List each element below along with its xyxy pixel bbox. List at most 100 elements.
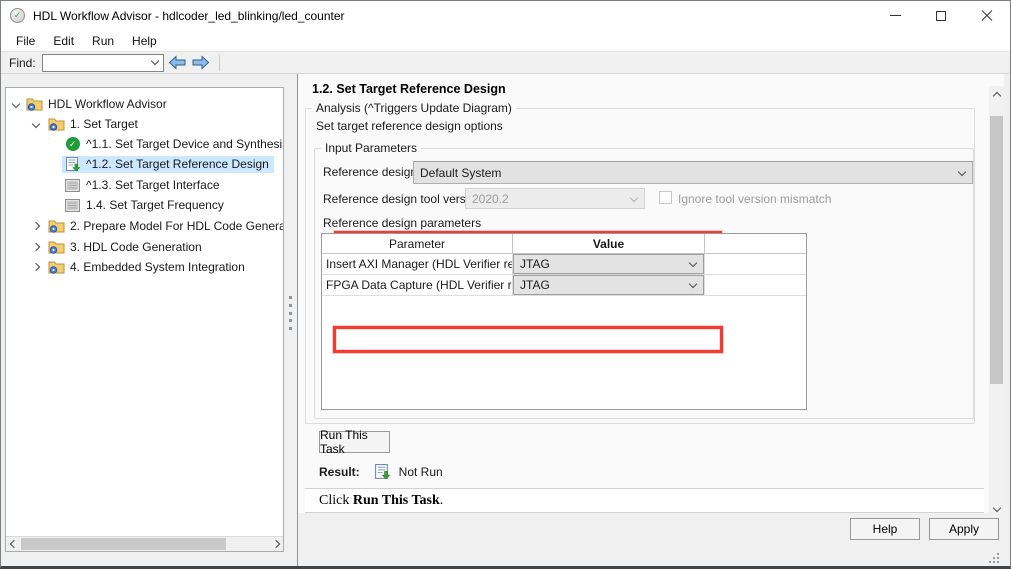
tree-item-set-target-interface[interactable]: ^1.3. Set Target Interface [6, 175, 283, 195]
chevron-right-icon[interactable] [30, 220, 42, 232]
minimize-icon [890, 15, 901, 16]
find-next-button[interactable] [191, 55, 210, 70]
maximize-button[interactable] [918, 1, 964, 30]
result-row: Result: Not Run [319, 464, 443, 479]
tree-item-hdl-workflow-advisor[interactable]: HDL Workflow Advisor [6, 94, 283, 114]
menu-file[interactable]: File [7, 32, 44, 50]
chevron-down-icon[interactable] [30, 118, 42, 130]
task-description: Set target reference design options [316, 119, 503, 133]
input-parameters-label: Input Parameters [321, 141, 421, 155]
tool-version-select[interactable]: 2020.2 [465, 188, 645, 209]
menu-edit[interactable]: Edit [44, 32, 83, 50]
analysis-group: Analysis (^Triggers Update Diagram) Set … [305, 108, 975, 424]
scrollbar-thumb[interactable] [21, 538, 226, 550]
parameters-table: Parameter Value Insert AXI Manager (HDL … [321, 233, 807, 410]
column-header-parameter: Parameter [322, 234, 513, 253]
task-title: 1.2. Set Target Reference Design [312, 82, 506, 96]
table-row: FPGA Data Capture (HDL Verifier requi...… [322, 275, 806, 296]
chevron-down-icon [958, 167, 966, 175]
reference-design-parameters-label: Reference design parameters [323, 216, 481, 230]
scroll-up-icon[interactable] [989, 88, 1004, 103]
back-arrow-icon [168, 55, 187, 70]
task-panel: 1.2. Set Target Reference Design Analysi… [297, 74, 1004, 567]
task-pending-icon [64, 178, 81, 193]
tree-item-hdl-code-generation[interactable]: 3. HDL Code Generation [6, 237, 283, 257]
task-pending-icon [64, 198, 81, 213]
folder-gear-icon [48, 260, 65, 275]
result-label: Result: [319, 465, 360, 479]
task-message: Click Run This Task. [319, 493, 443, 509]
table-row: Insert AXI Manager (HDL Verifier requ...… [322, 254, 806, 275]
find-toolbar: Find: [1, 51, 1010, 74]
tree-item-label: 1.4. Set Target Frequency [86, 198, 224, 212]
find-previous-button[interactable] [168, 55, 187, 70]
task-footer: Help Apply [298, 513, 1004, 567]
tree-item-prepare-model[interactable]: 2. Prepare Model For HDL Code Generation [6, 216, 283, 236]
find-input[interactable] [42, 54, 164, 72]
reference-design-label: Reference design: [323, 165, 420, 179]
chevron-down-icon [689, 259, 697, 267]
toolbar-separator [219, 55, 220, 71]
chevron-down-icon[interactable] [10, 98, 22, 110]
folder-gear-icon [48, 117, 65, 132]
help-button[interactable]: Help [850, 518, 920, 540]
tree-item-label: ^1.1. Set Target Device and Synthesis To… [86, 137, 284, 151]
maximize-icon [936, 11, 946, 21]
scroll-right-icon[interactable] [268, 537, 283, 551]
task-run-icon [64, 157, 81, 172]
scroll-left-icon[interactable] [6, 537, 21, 551]
menu-run[interactable]: Run [83, 32, 123, 50]
parameter-cell: Insert AXI Manager (HDL Verifier requ... [322, 254, 513, 274]
task-vertical-scrollbar[interactable] [989, 86, 1004, 517]
fpga-data-capture-select[interactable]: JTAG [513, 275, 704, 295]
panel-splitter[interactable] [287, 296, 293, 330]
combo-dropdown-icon[interactable] [150, 56, 158, 64]
app-check-circle-icon [10, 8, 25, 23]
workflow-tree-panel: HDL Workflow Advisor 1. Set Target ^1.1.… [5, 87, 284, 552]
task-message-box: Click Run This Task. [305, 488, 984, 513]
chevron-down-icon [689, 280, 697, 288]
tree-item-label: 1. Set Target [70, 117, 138, 131]
window-title: HDL Workflow Advisor - hdlcoder_led_blin… [33, 9, 345, 23]
result-value: Not Run [399, 465, 443, 479]
run-this-task-button[interactable]: Run This Task [319, 431, 390, 453]
tree-item-embedded-system-integration[interactable]: 4. Embedded System Integration [6, 257, 283, 277]
menu-help[interactable]: Help [123, 32, 166, 50]
tree-item-label: 2. Prepare Model For HDL Code Generation [70, 219, 284, 233]
minimize-button[interactable] [872, 1, 918, 30]
close-button[interactable] [964, 1, 1010, 30]
folder-gear-icon [26, 97, 43, 112]
chevron-right-icon[interactable] [30, 261, 42, 273]
analysis-group-label: Analysis (^Triggers Update Diagram) [312, 101, 516, 115]
insert-axi-manager-select[interactable]: JTAG [513, 254, 704, 274]
folder-gear-icon [48, 240, 65, 255]
folder-gear-icon [48, 219, 65, 234]
tree-item-set-target[interactable]: 1. Set Target [6, 114, 283, 134]
menu-bar: File Edit Run Help [1, 30, 1010, 51]
reference-design-select[interactable]: Default System [413, 161, 973, 184]
forward-arrow-icon [191, 55, 210, 70]
tree-horizontal-scrollbar[interactable] [6, 536, 283, 551]
input-parameters-group: Input Parameters Reference design: Defau… [314, 148, 974, 419]
tree-item-label: ^1.3. Set Target Interface [86, 178, 220, 192]
find-label: Find: [9, 56, 36, 70]
parameter-cell: FPGA Data Capture (HDL Verifier requi... [322, 275, 513, 295]
ignore-mismatch-checkbox[interactable] [659, 191, 672, 204]
scrollbar-thumb[interactable] [990, 116, 1003, 384]
column-header-value: Value [513, 234, 705, 253]
apply-button[interactable]: Apply [929, 518, 999, 540]
tree-item-set-target-reference-design[interactable]: ^1.2. Set Target Reference Design [6, 154, 283, 174]
tree-item-set-target-device[interactable]: ^1.1. Set Target Device and Synthesis To… [6, 134, 283, 154]
tree-item-set-target-frequency[interactable]: 1.4. Set Target Frequency [6, 195, 283, 215]
tree-item-label: 3. HDL Code Generation [70, 240, 202, 254]
check-circle-icon [64, 137, 81, 152]
title-bar: HDL Workflow Advisor - hdlcoder_led_blin… [1, 1, 1010, 30]
tree-item-label: HDL Workflow Advisor [48, 97, 167, 111]
resize-grip[interactable] [989, 553, 999, 563]
chevron-down-icon [630, 193, 638, 201]
chevron-right-icon[interactable] [30, 241, 42, 253]
tree-item-label: ^1.2. Set Target Reference Design [86, 157, 269, 171]
tree-item-label: 4. Embedded System Integration [70, 260, 245, 274]
hdl-workflow-advisor-window: HDL Workflow Advisor - hdlcoder_led_blin… [0, 0, 1011, 569]
not-run-task-icon [374, 464, 391, 479]
